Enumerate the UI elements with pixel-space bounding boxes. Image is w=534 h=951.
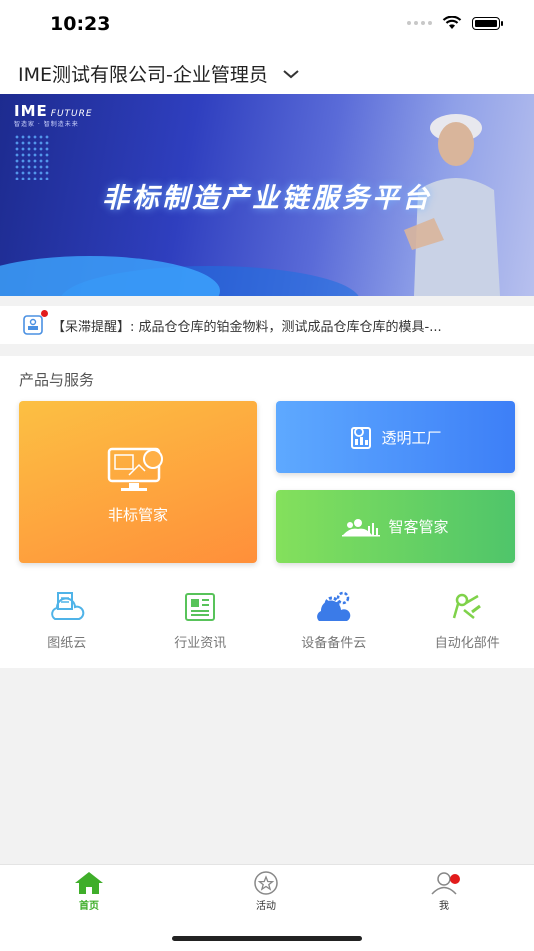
section-title: 产品与服务 [19, 369, 94, 390]
equipment-cloud-icon [315, 591, 353, 623]
factory-report-icon [349, 424, 373, 450]
battery-icon [472, 17, 500, 30]
me-unread-dot [450, 874, 460, 884]
status-icons [407, 16, 500, 30]
status-bar: 10:23 [0, 0, 534, 50]
star-circle-icon [251, 871, 281, 895]
smart-customer-label: 智客管家 [388, 516, 448, 537]
app-label: 自动化部件 [435, 632, 500, 651]
app-grid: 图纸云 行业资讯 设备备件云 [0, 590, 534, 660]
app-industry-news[interactable]: 行业资讯 [134, 590, 268, 660]
banner[interactable]: IMEFUTURE 智造家 · 智制造未来 非标制造产业链服务平台 [0, 94, 534, 296]
transparent-factory-label: 透明工厂 [381, 427, 441, 448]
header: IME测试有限公司-企业管理员 [0, 50, 534, 94]
monitor-icon [107, 445, 167, 493]
chevron-down-icon [282, 69, 300, 79]
tab-label: 首页 [79, 897, 99, 912]
tab-activity[interactable]: 活动 [226, 871, 306, 912]
banner-slogan: 智造家 · 智制造未来 [14, 119, 79, 128]
nonstandard-manager-card[interactable]: 非标管家 [19, 401, 257, 563]
automation-parts-icon [450, 592, 484, 622]
banner-dots [14, 134, 50, 180]
tab-label: 活动 [256, 897, 276, 912]
people-chart-icon [342, 517, 380, 537]
signal-icon [407, 21, 432, 25]
services-section: 产品与服务 非标管家 透明工厂 [0, 356, 534, 668]
transparent-factory-card[interactable]: 透明工厂 [276, 401, 515, 473]
app-label: 设备备件云 [301, 632, 366, 651]
app-label: 图纸云 [47, 632, 86, 651]
tab-me[interactable]: 我 [404, 871, 484, 912]
company-name: IME测试有限公司-企业管理员 [18, 60, 268, 87]
notice-bar[interactable]: 【呆滞提醒】: 成品仓仓库的铂金物料，测试成品仓库仓库的模具-... [0, 306, 534, 344]
wifi-icon [442, 16, 462, 30]
notice-icon [22, 314, 44, 336]
banner-logo: IMEFUTURE [14, 102, 93, 120]
home-icon [74, 871, 104, 895]
status-time: 10:23 [50, 13, 110, 35]
nonstandard-manager-label: 非标管家 [19, 504, 257, 525]
news-icon [184, 592, 216, 622]
app-automation-parts[interactable]: 自动化部件 [401, 590, 534, 660]
smart-customer-card[interactable]: 智客管家 [276, 490, 515, 563]
banner-title: 非标制造产业链服务平台 [0, 176, 534, 215]
tab-home[interactable]: 首页 [49, 871, 129, 912]
app-label: 行业资讯 [174, 632, 226, 651]
company-selector[interactable]: IME测试有限公司-企业管理员 [18, 60, 300, 87]
tab-label: 我 [439, 897, 449, 912]
app-drawing-cloud[interactable]: 图纸云 [0, 590, 134, 660]
notice-unread-dot [41, 310, 48, 317]
drawing-cloud-icon [49, 591, 85, 623]
app-equipment-cloud[interactable]: 设备备件云 [267, 590, 401, 660]
banner-wave [0, 256, 220, 296]
home-indicator [172, 936, 362, 941]
notice-text: 【呆滞提醒】: 成品仓仓库的铂金物料，测试成品仓库仓库的模具-... [52, 316, 442, 335]
